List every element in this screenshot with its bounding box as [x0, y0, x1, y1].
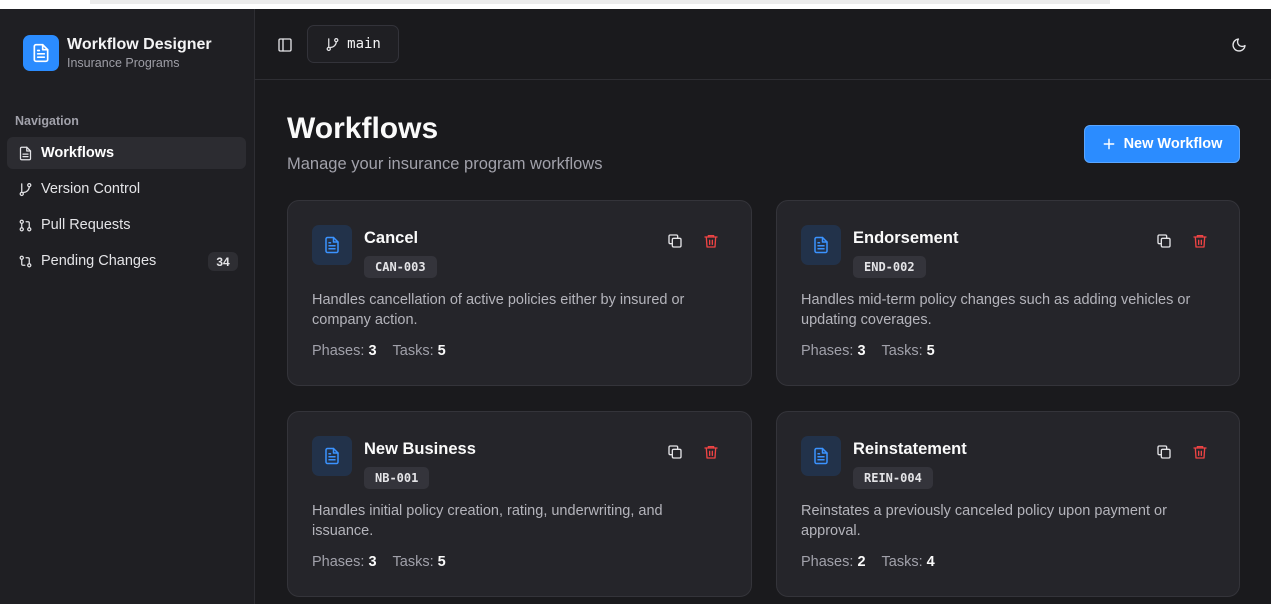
moon-icon[interactable]	[1229, 35, 1249, 55]
branch-selector-button[interactable]: main	[307, 25, 399, 63]
document-icon	[312, 436, 352, 476]
sidebar-item-pending-changes[interactable]: Pending Changes 34	[7, 245, 246, 277]
tasks-count: 5	[437, 554, 446, 570]
workflow-card-cancel[interactable]: Cancel CAN-003 Handles cancellation of a…	[287, 200, 752, 386]
copy-icon[interactable]	[666, 443, 684, 461]
tasks-count: 4	[926, 554, 935, 570]
git-compare-icon	[17, 253, 33, 269]
document-icon	[801, 225, 841, 265]
new-workflow-button[interactable]: New Workflow	[1084, 125, 1240, 163]
workflow-name: Endorsement	[853, 229, 959, 247]
window-edge	[1271, 9, 1278, 604]
browser-strip	[0, 0, 1278, 9]
phases-label: Phases:	[801, 343, 854, 359]
app-window: Workflow Designer Insurance Programs Nav…	[0, 9, 1271, 604]
git-branch-icon	[325, 37, 340, 52]
workflow-description: Reinstates a previously canceled policy …	[801, 503, 1167, 539]
brand-title: Workflow Designer	[67, 36, 212, 53]
document-icon	[23, 35, 59, 71]
workflow-name: Reinstatement	[853, 440, 967, 458]
page-title: Workflows	[287, 112, 439, 145]
sidebar-item-version-control[interactable]: Version Control	[7, 173, 246, 205]
phases-label: Phases:	[312, 554, 365, 570]
branch-name: main	[347, 36, 381, 52]
workflow-description: Handles mid-term policy changes such as …	[801, 292, 1191, 328]
nav-heading: Navigation	[15, 114, 79, 128]
sidebar-item-label: Pull Requests	[41, 217, 131, 233]
git-branch-icon	[17, 181, 33, 197]
tasks-label: Tasks:	[392, 343, 434, 359]
phases-count: 3	[857, 343, 866, 359]
sidebar: Workflow Designer Insurance Programs Nav…	[0, 9, 255, 604]
copy-icon[interactable]	[666, 232, 684, 250]
workflow-code-badge: REIN-004	[853, 467, 933, 489]
sidebar-toggle-icon[interactable]	[275, 35, 295, 55]
workflow-description: Handles cancellation of active policies …	[312, 292, 685, 328]
workflow-name: Cancel	[364, 229, 419, 247]
tasks-label: Tasks:	[881, 554, 923, 570]
topbar: main	[255, 9, 1271, 80]
copy-icon[interactable]	[1155, 443, 1173, 461]
trash-icon[interactable]	[702, 232, 720, 250]
tasks-count: 5	[437, 343, 446, 359]
tasks-count: 5	[926, 343, 935, 359]
tasks-label: Tasks:	[881, 343, 923, 359]
workflow-code-badge: END-002	[853, 256, 926, 278]
workflow-code-badge: NB-001	[364, 467, 430, 489]
pending-count-badge: 34	[208, 252, 238, 271]
phases-label: Phases:	[801, 554, 854, 570]
tasks-label: Tasks:	[392, 554, 434, 570]
document-icon	[312, 225, 352, 265]
copy-icon[interactable]	[1155, 232, 1173, 250]
workflow-stats: Phases: 3 Tasks: 5	[312, 554, 446, 570]
sidebar-item-label: Pending Changes	[41, 253, 157, 269]
sidebar-item-label: Version Control	[41, 181, 141, 197]
sidebar-item-workflows[interactable]: Workflows	[7, 137, 246, 169]
workflow-stats: Phases: 3 Tasks: 5	[801, 343, 935, 359]
phases-label: Phases:	[312, 343, 365, 359]
document-icon	[801, 436, 841, 476]
workflow-card-reinstatement[interactable]: Reinstatement REIN-004 Reinstates a prev…	[776, 411, 1240, 597]
phases-count: 3	[368, 554, 377, 570]
workflow-stats: Phases: 2 Tasks: 4	[801, 554, 935, 570]
main-content: main Workflows Manage your insurance pro…	[255, 9, 1271, 604]
trash-icon[interactable]	[702, 443, 720, 461]
brand-subtitle: Insurance Programs	[67, 56, 180, 70]
document-icon	[17, 145, 33, 161]
git-pull-request-icon	[17, 217, 33, 233]
phases-count: 2	[857, 554, 866, 570]
phases-count: 3	[368, 343, 377, 359]
sidebar-item-label: Workflows	[41, 145, 115, 161]
workflow-stats: Phases: 3 Tasks: 5	[312, 343, 446, 359]
sidebar-nav: Workflows Version Control Pull Requests …	[7, 137, 246, 281]
workflow-name: New Business	[364, 440, 476, 458]
workflow-card-new-business[interactable]: New Business NB-001 Handles initial poli…	[287, 411, 752, 597]
new-workflow-label: New Workflow	[1123, 136, 1223, 152]
plus-icon	[1102, 137, 1116, 151]
workflow-card-endorsement[interactable]: Endorsement END-002 Handles mid-term pol…	[776, 200, 1240, 386]
trash-icon[interactable]	[1191, 443, 1209, 461]
sidebar-item-pull-requests[interactable]: Pull Requests	[7, 209, 246, 241]
workflow-description: Handles initial policy creation, rating,…	[312, 503, 663, 539]
workflow-code-badge: CAN-003	[364, 256, 437, 278]
page-subtitle: Manage your insurance program workflows	[287, 155, 603, 173]
trash-icon[interactable]	[1191, 232, 1209, 250]
brand[interactable]: Workflow Designer Insurance Programs	[23, 35, 212, 71]
